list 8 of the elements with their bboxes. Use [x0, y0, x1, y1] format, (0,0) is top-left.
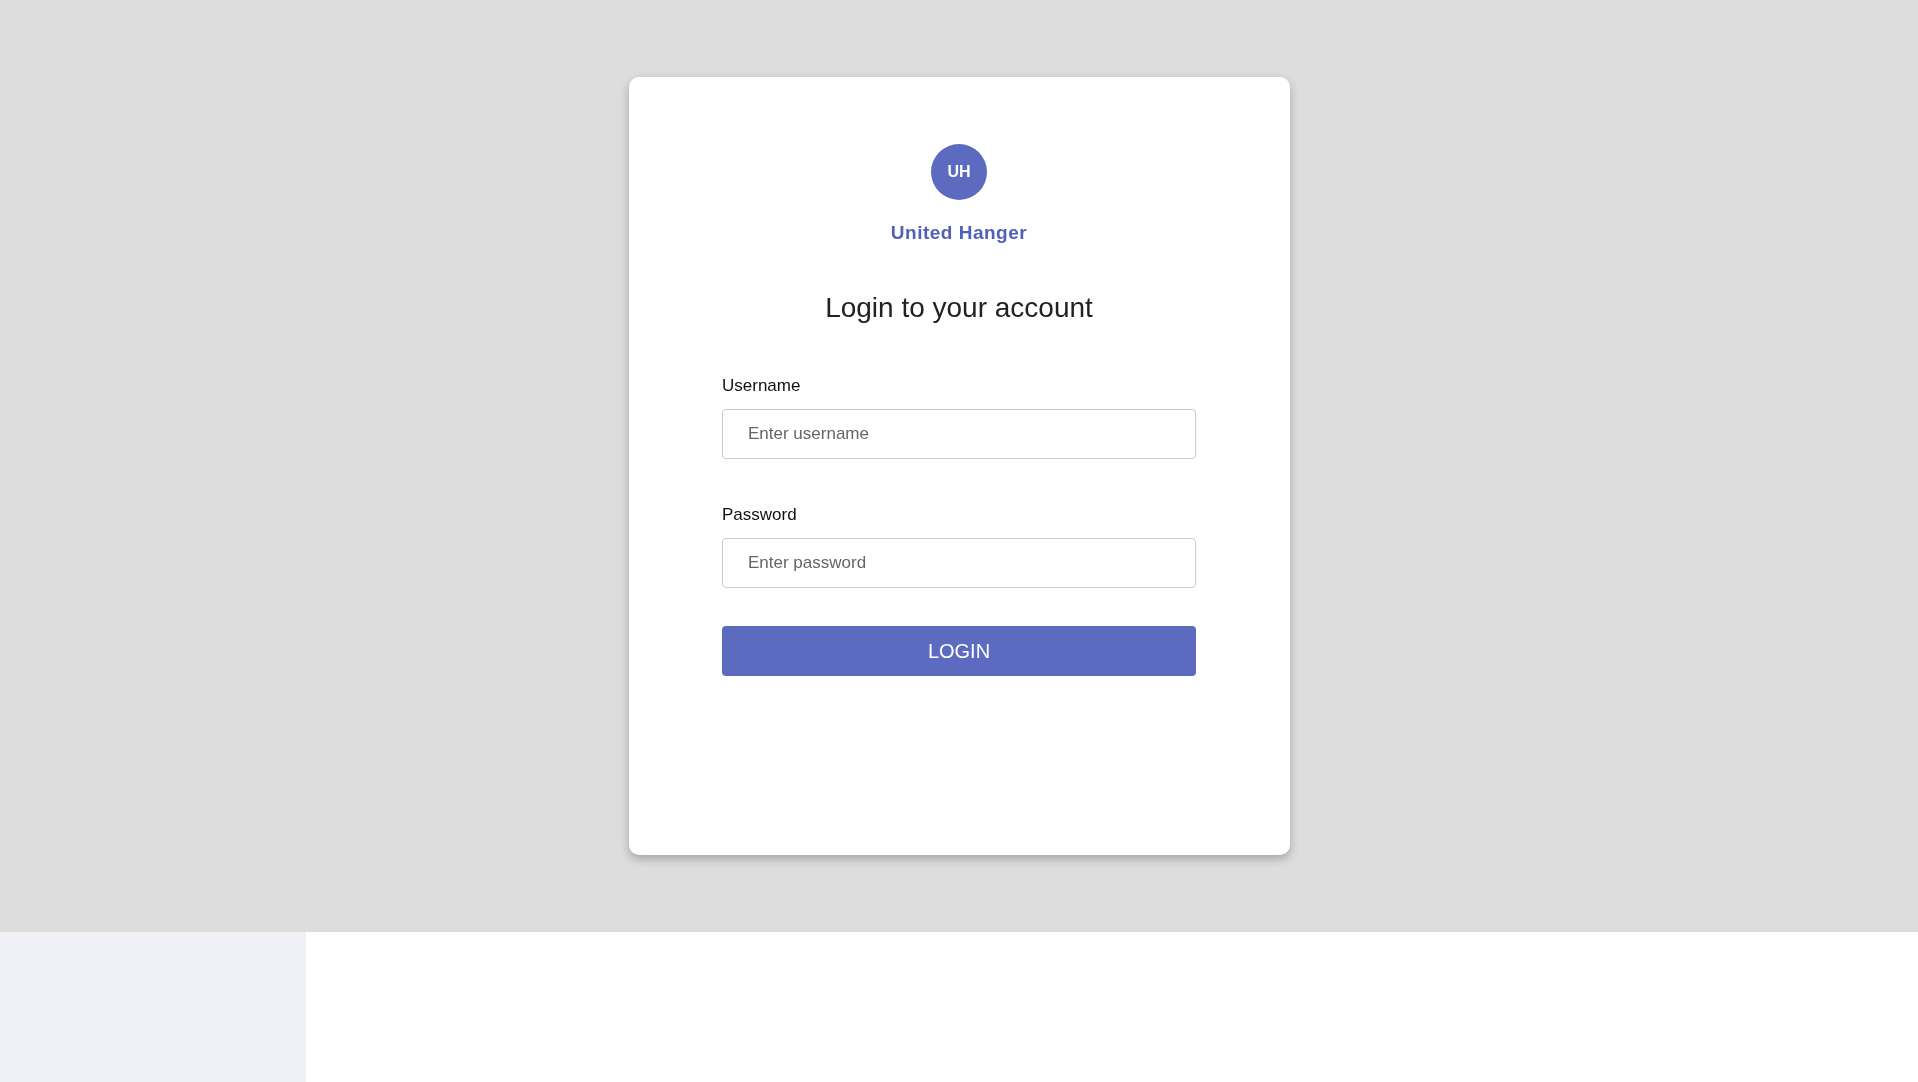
input-field[interactable]: Enter password: [722, 538, 1196, 588]
login-button[interactable]: LOGIN: [722, 626, 1196, 676]
login-title: Login to your account: [825, 292, 1093, 324]
field-label: Username: [722, 376, 801, 396]
brand-avatar: UH: [931, 144, 987, 200]
brand-name: United Hanger: [890, 222, 1028, 244]
input-field[interactable]: Enter username: [722, 409, 1196, 459]
field-label: Password: [722, 505, 797, 525]
